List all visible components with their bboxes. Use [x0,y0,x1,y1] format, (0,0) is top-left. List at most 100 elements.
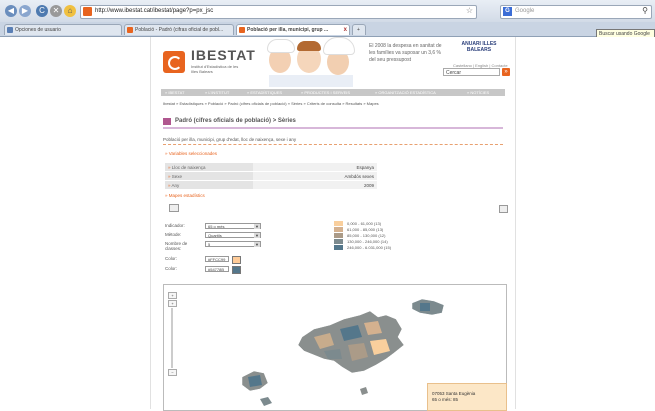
chevron-down-icon[interactable]: ▼ [254,242,260,247]
page-title-bar: Padró (cifres oficials de població) > Sè… [163,117,503,129]
map-legend: 0,000 - 61,000 (13) 61,000 - 85,000 (13) 8… [334,221,444,251]
legend-label: 130,000 - 246,000 (14) [347,239,388,244]
search-icon[interactable]: ⚲ [642,6,648,15]
brand-name[interactable]: IBESTAT [191,47,256,63]
tab-favicon [127,27,133,33]
variable-value: Espanya [253,163,377,172]
tab-padro[interactable]: Població - Padró (cifras oficial de pobl… [124,24,234,35]
page-viewport: IBESTAT Institut d'Estadística de les Il… [0,37,655,411]
address-url: http://www.ibestat.cat/ibestat/page?p=px… [95,8,214,14]
nav-item-institut[interactable]: » L'INSTITUT [205,89,229,96]
reload-icon[interactable]: C [36,5,48,17]
main-nav: » IBESTAT » L'INSTITUT » ESTADÍSTIQUES »… [161,89,505,96]
nav-item-estadistiques[interactable]: » ESTADÍSTIQUES [247,89,282,96]
variable-key: Sexe [171,173,183,179]
indicador-select[interactable]: 65 o més ▼ [205,223,261,229]
color-to-label: Color: [165,266,178,271]
legend-swatch [334,245,343,250]
color-from-label: Color: [165,256,178,261]
search-placeholder: Google [515,8,535,14]
browser-toolbar: ◀ ▶ C ✕ ⌂ http://www.ibestat.cat/ibestat… [0,0,655,23]
variable-key: Lloc de naixença [171,164,206,170]
table-description: Població per illa, municipi, grup d'edat… [163,137,503,145]
table-row: » Sexe Ambdós sexes [165,171,377,181]
section-map-label: Mapes estadístics [168,193,205,198]
tab-label: Població - Padró (cifras oficial de pobl… [135,27,224,33]
nav-item-noticies[interactable]: » NOTÍCIES [467,89,489,96]
google-icon[interactable]: G [503,7,512,16]
download-icon[interactable] [169,204,179,212]
section-variables-heading: » Variables seleccionades [165,151,217,156]
indicador-label: Indicador: [165,223,185,228]
indicador-value: 65 o més [208,224,225,229]
site-search-input[interactable]: Cercar [443,68,500,76]
browser-search-box[interactable]: G Google ⚲ [500,5,652,19]
bookmark-star-icon[interactable]: ☆ [466,6,473,15]
classes-value: 5 [208,242,211,247]
ibestat-page: IBESTAT Institut d'Estadística de les Il… [150,37,516,411]
color-from-input[interactable]: #FFCC99 [205,256,229,262]
new-tab-button[interactable]: + [352,24,366,35]
bullet-icon: » [165,193,168,198]
ibestat-logo-icon[interactable] [163,51,185,73]
legend-swatch [334,221,343,226]
legend-item: 246,000 - 6.031,000 (15) [334,245,444,251]
home-icon[interactable]: ⌂ [64,5,76,17]
section-variables-label: Variables seleccionades [168,151,217,156]
tab-poblacio-active[interactable]: Població per illa, municipi, grup ... x [236,24,350,35]
legend-label: 246,000 - 6.031,000 (15) [347,245,392,250]
municipality-info-box: 07053 Santa Eugènia 65 o més: 85 [427,383,507,411]
legend-label: 85,000 - 130,000 (12) [347,233,386,238]
nav-item-productes[interactable]: » PRODUCTES I SERVEIS [301,89,350,96]
bullet-icon: » [168,164,171,170]
legend-swatch [334,233,343,238]
tab-favicon [7,27,13,33]
legend-swatch [334,227,343,232]
section-map-heading: » Mapes estadístics [165,193,205,198]
map-tool-icon[interactable] [499,205,508,213]
island-mallorca [297,310,405,374]
tab-label: Població per illa, municipi, grup ... [247,27,329,33]
color-to-input[interactable]: #54778B [205,266,229,272]
variable-key: Any [171,182,180,188]
metode-label: Mètode: [165,232,182,237]
color-to-swatch[interactable] [232,266,241,274]
tab-close-icon[interactable]: x [344,25,347,35]
classes-label: Nombre de classes: [165,241,188,251]
table-row: » Any 2009 [165,180,377,190]
headline-text[interactable]: El 2008 la despesa en sanitat de les fam… [369,43,444,64]
info-value: 65 o més: 85 [432,397,459,402]
site-search-button[interactable]: » [502,68,510,76]
tab-label: Opciones de usuario [15,27,61,33]
nav-item-ibestat[interactable]: » IBESTAT [165,89,184,96]
island-formentera [260,397,272,406]
metode-value: Quartils [208,233,222,238]
metode-select[interactable]: Quartils ▼ [205,232,261,238]
stop-icon[interactable]: ✕ [50,5,62,17]
chevron-down-icon[interactable]: ▼ [254,224,260,229]
island-cabrera [360,387,368,395]
brand-subtitle: Institut d'Estadística de les Illes Bale… [191,64,239,74]
tab-bar: Opciones de usuario Població - Padró (ci… [0,22,655,37]
color-from-swatch[interactable] [232,256,241,264]
forward-icon[interactable]: ▶ [19,5,31,17]
selected-variables-table: » Lloc de naixença Espanya » Sexe Ambdós… [165,163,377,190]
legend-label: 0,000 - 61,000 (13) [347,221,382,226]
breadcrumb[interactable]: Ibestat » Estadístiques » Població » Pad… [163,101,503,106]
legend-swatch [334,239,343,244]
table-row: » Lloc de naixença Espanya [165,163,377,172]
stats-icon [163,118,171,125]
back-icon[interactable]: ◀ [5,5,17,17]
nav-item-organitzacio[interactable]: » ORGANITZACIÓ ESTADÍSTICA [375,89,436,96]
chevron-down-icon[interactable]: ▼ [254,233,260,238]
address-bar[interactable]: http://www.ibestat.cat/ibestat/page?p=px… [80,5,477,19]
classes-select[interactable]: 5 ▼ [205,241,261,247]
variable-value: Ambdós sexes [253,171,377,181]
bullet-icon: » [165,151,168,156]
tab-favicon [239,27,245,33]
page-title: Padró (cifres oficials de població) > Sè… [175,118,296,124]
site-favicon [83,7,92,16]
bullet-icon: » [168,173,171,179]
tab-user-options[interactable]: Opciones de usuario [4,24,122,35]
variable-value: 2009 [253,180,377,190]
